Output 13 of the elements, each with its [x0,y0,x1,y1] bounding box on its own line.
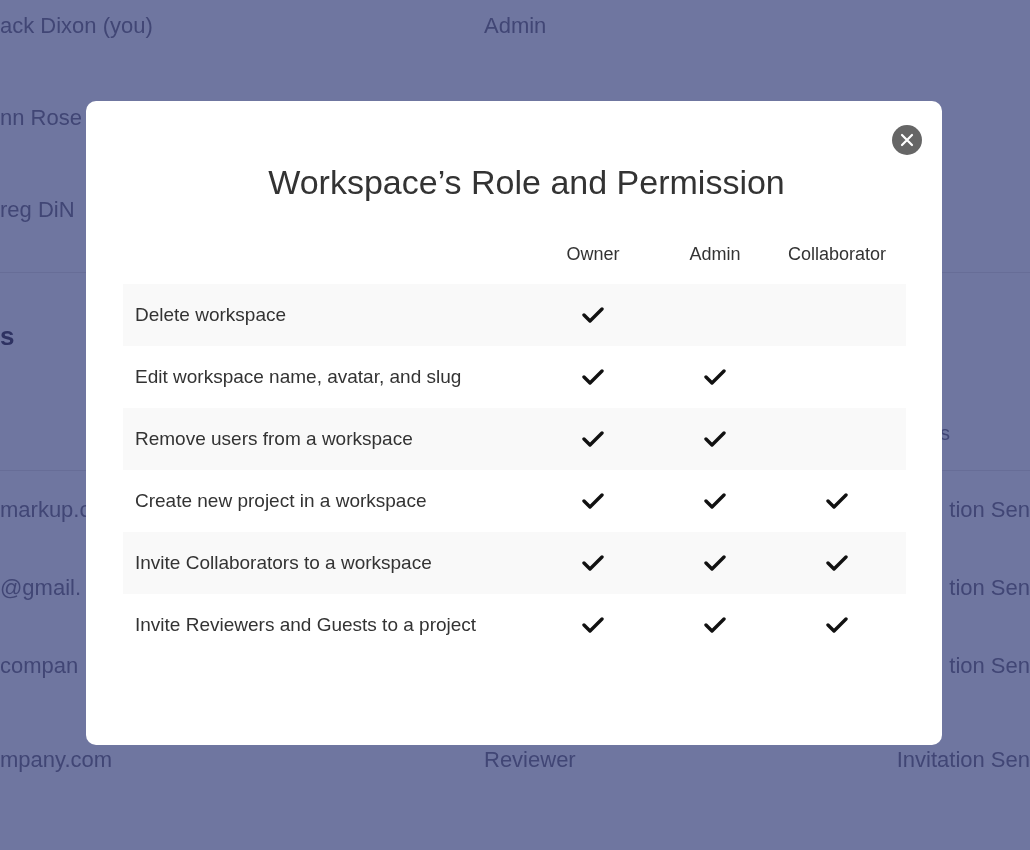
modal-title: Workspace’s Role and Permission [267,163,786,202]
column-header: Owner [565,244,621,265]
permission-label: Invite Collaborators to a workspace [134,552,433,574]
permission-label: Delete workspace [134,304,288,326]
permission-label: Invite Reviewers and Guests to a project [134,614,478,636]
permission-label: Edit workspace name, avatar, and slug [134,366,463,388]
close-icon [900,133,914,147]
column-header: Admin [688,244,742,265]
permission-label: Create new project in a workspace [134,490,428,512]
column-header: Collaborator [786,244,888,265]
permission-label: Remove users from a workspace [134,428,414,450]
section-heading: s [0,321,16,352]
close-button[interactable] [892,125,922,155]
